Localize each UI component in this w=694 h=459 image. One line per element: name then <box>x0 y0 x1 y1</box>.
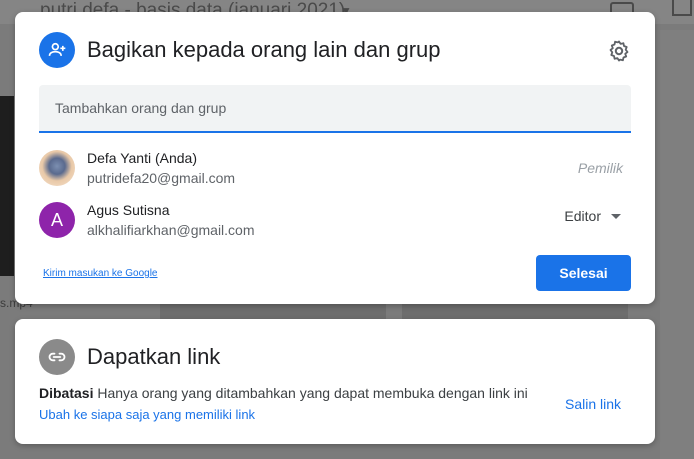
avatar: A <box>39 202 75 238</box>
chevron-down-icon <box>611 213 621 219</box>
get-link-dialog: Dapatkan link Dibatasi Hanya orang yang … <box>15 319 655 444</box>
share-dialog: Bagikan kepada orang lain dan grup Defa … <box>15 12 655 304</box>
owner-role-label: Pemilik <box>577 160 623 176</box>
change-access-link[interactable]: Ubah ke siapa saja yang memiliki link <box>39 407 255 422</box>
person-row-editor: A Agus Sutisna alkhalifiarkhan@gmail.com… <box>39 202 631 242</box>
restriction-label: Dibatasi <box>39 385 94 401</box>
role-dropdown-label: Editor <box>564 208 601 224</box>
link-restriction-info: Dibatasi Hanya orang yang ditambahkan ya… <box>39 385 528 401</box>
background-side-panel <box>660 30 694 459</box>
add-people-input[interactable] <box>39 85 631 131</box>
person-email: alkhalifiarkhan@gmail.com <box>87 222 255 238</box>
person-add-icon <box>39 32 75 68</box>
role-dropdown[interactable]: Editor <box>564 208 621 224</box>
settings-gear-icon[interactable] <box>607 39 631 63</box>
add-people-field[interactable] <box>39 85 631 133</box>
copy-link-button[interactable]: Salin link <box>565 396 621 412</box>
person-email: putridefa20@gmail.com <box>87 170 236 186</box>
person-name: Defa Yanti (Anda) <box>87 150 197 166</box>
background-drive-icon <box>672 0 692 16</box>
background-file-thumbnail <box>0 96 14 276</box>
person-name: Agus Sutisna <box>87 202 170 218</box>
link-icon <box>39 339 75 375</box>
share-dialog-title: Bagikan kepada orang lain dan grup <box>87 37 441 62</box>
person-row-owner: Defa Yanti (Anda) putridefa20@gmail.com … <box>39 150 631 190</box>
done-button[interactable]: Selesai <box>536 255 631 291</box>
send-feedback-link[interactable]: Kirim masukan ke Google <box>43 268 158 279</box>
get-link-title: Dapatkan link <box>87 344 221 369</box>
avatar <box>39 150 75 186</box>
restriction-description: Hanya orang yang ditambahkan yang dapat … <box>97 385 528 401</box>
